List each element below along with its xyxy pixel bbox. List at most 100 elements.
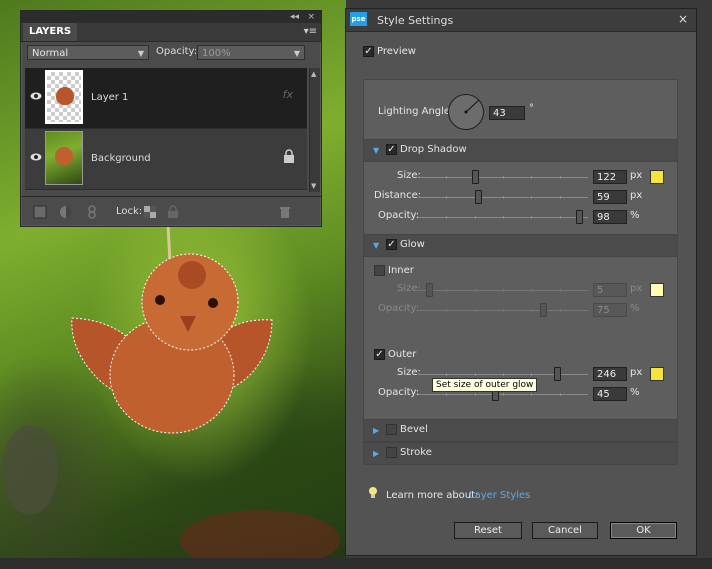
close-panel-icon[interactable]: × [307, 12, 315, 22]
layer-row-layer-1[interactable]: Layer 1 fx [25, 68, 307, 129]
layer-row-background[interactable]: Background [25, 129, 307, 190]
layer-thumbnail [45, 131, 83, 185]
outer-glow-checkbox[interactable]: ✓ [374, 349, 385, 360]
glow-checkbox[interactable]: ✓ [386, 239, 397, 250]
panel-top-strip: ◂◂ × [21, 11, 321, 23]
inner-glow-color-swatch[interactable] [650, 283, 664, 297]
fx-icon[interactable]: fx [283, 88, 293, 101]
drop-shadow-checkbox[interactable]: ✓ [386, 144, 397, 155]
bevel-checkbox[interactable] [386, 424, 397, 435]
layers-tab[interactable]: LAYERS [23, 23, 78, 41]
ds-distance-input[interactable]: 59 [593, 190, 627, 204]
inner-size-slider-handle[interactable] [426, 283, 433, 297]
inner-opacity-input[interactable]: 75 [593, 303, 627, 317]
opacity-field[interactable]: 100% ▼ [197, 45, 305, 60]
chevron-down-icon: ▼ [293, 49, 300, 58]
bevel-section-header[interactable]: ▶ Bevel [364, 419, 677, 442]
link-icon[interactable] [85, 205, 99, 219]
preview-checkbox[interactable]: ✓ [363, 46, 374, 57]
glow-label: Glow [400, 239, 425, 250]
stroke-section-header[interactable]: ▶ Stroke [364, 442, 677, 465]
ok-button[interactable]: OK [610, 522, 677, 539]
lighting-angle-label: Lighting Angle: [378, 106, 454, 117]
ds-size-track[interactable] [418, 177, 588, 178]
layer-name[interactable]: Layer 1 [91, 92, 128, 103]
ds-opacity-label: Opacity: [378, 210, 420, 221]
cancel-button[interactable]: Cancel [532, 522, 598, 539]
ds-size-label: Size: [397, 170, 421, 181]
pse-logo: pse [350, 12, 367, 26]
expand-triangle-icon[interactable]: ▼ [373, 146, 379, 155]
lock-transparency-icon[interactable] [143, 205, 157, 219]
tooltip: Set size of outer glow [432, 378, 538, 392]
glow-section-header[interactable]: ▼ ✓ Glow [364, 234, 677, 257]
inner-opacity-unit: % [630, 303, 640, 314]
ds-size-input[interactable]: 122 [593, 170, 627, 184]
preview-label: Preview [377, 46, 416, 57]
lock-icon [284, 149, 294, 163]
chevron-down-icon: ▼ [137, 49, 144, 58]
ds-size-slider-handle[interactable] [472, 170, 479, 184]
ds-distance-slider-handle[interactable] [475, 190, 482, 204]
outer-opacity-label: Opacity: [378, 387, 420, 398]
lightbulb-icon [369, 487, 377, 498]
collapsed-triangle-icon[interactable]: ▶ [373, 426, 379, 435]
new-layer-icon[interactable] [33, 205, 47, 219]
drop-shadow-section-header[interactable]: ▼ ✓ Drop Shadow [364, 139, 677, 162]
outer-glow-color-swatch[interactable] [650, 367, 664, 381]
ds-size-unit: px [630, 170, 643, 181]
ds-opacity-input[interactable]: 98 [593, 210, 627, 224]
layer-styles-link[interactable]: Layer Styles [469, 490, 530, 501]
eye-icon[interactable] [30, 90, 42, 102]
collapse-icon[interactable]: ◂◂ [290, 12, 299, 22]
stroke-checkbox[interactable] [386, 447, 397, 458]
ds-opacity-unit: % [630, 210, 640, 221]
layers-scrollbar[interactable]: ▲ ▼ [309, 68, 320, 192]
scroll-up-icon[interactable]: ▲ [311, 70, 316, 78]
panel-menu-icon[interactable]: ▾≡ [304, 26, 317, 37]
status-bar [0, 558, 712, 569]
trash-icon[interactable] [278, 205, 292, 219]
ds-opacity-track[interactable] [418, 217, 588, 218]
blend-mode-select[interactable]: Normal ▼ [27, 45, 149, 60]
inner-size-track[interactable] [418, 290, 588, 291]
ds-distance-label: Distance: [374, 190, 422, 201]
outer-opacity-track[interactable] [418, 394, 588, 395]
close-icon[interactable]: × [678, 12, 688, 26]
layers-panel: ◂◂ × LAYERS ▾≡ Normal ▼ Opacity: 100% ▼ … [20, 10, 322, 227]
lighting-angle-input[interactable]: 43 [489, 106, 525, 120]
inner-size-unit: px [630, 283, 643, 294]
layer-thumbnail [45, 70, 83, 124]
adjustment-layer-icon[interactable] [59, 205, 73, 219]
outer-size-track[interactable] [418, 374, 588, 375]
outer-opacity-input[interactable]: 45 [593, 387, 627, 401]
dialog-titlebar[interactable]: pse Style Settings × [346, 9, 696, 32]
inner-opacity-slider-handle[interactable] [540, 303, 547, 317]
learn-more-label: Learn more about: [386, 490, 479, 501]
layers-titlebar: LAYERS ▾≡ [21, 23, 321, 42]
layer-name[interactable]: Background [91, 153, 151, 164]
ds-distance-unit: px [630, 190, 643, 201]
bevel-label: Bevel [400, 424, 428, 435]
reset-button[interactable]: Reset [454, 522, 522, 539]
outer-size-slider-handle[interactable] [554, 367, 561, 381]
opacity-label: Opacity: [156, 46, 198, 57]
inner-size-input[interactable]: 5 [593, 283, 627, 297]
layers-footer: Lock: [21, 196, 321, 227]
scroll-down-icon[interactable]: ▼ [311, 182, 316, 190]
ds-opacity-slider-handle[interactable] [576, 210, 583, 224]
lighting-angle-dial[interactable] [448, 94, 484, 130]
outer-size-input[interactable]: 246 [593, 367, 627, 381]
lock-all-icon[interactable] [166, 205, 180, 219]
outer-glow-label: Outer [388, 349, 417, 360]
inner-opacity-label: Opacity: [378, 303, 420, 314]
degree-symbol: ° [529, 103, 534, 114]
style-settings-dialog: pse Style Settings × ✓ Preview Lighting … [345, 8, 697, 556]
inner-opacity-track[interactable] [418, 310, 588, 311]
collapsed-triangle-icon[interactable]: ▶ [373, 449, 379, 458]
expand-triangle-icon[interactable]: ▼ [373, 241, 379, 250]
inner-glow-checkbox[interactable] [374, 265, 385, 276]
eye-icon[interactable] [30, 151, 42, 163]
ds-distance-track[interactable] [418, 197, 588, 198]
ds-color-swatch[interactable] [650, 170, 664, 184]
